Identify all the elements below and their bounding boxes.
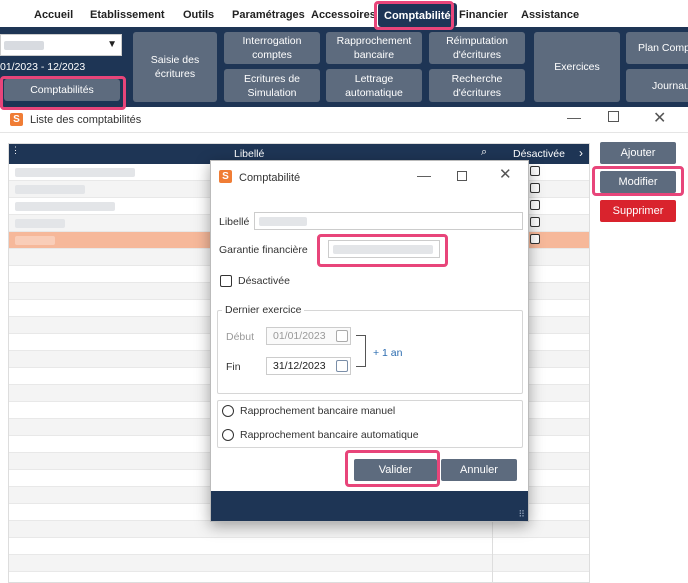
annuler-button[interactable]: Annuler bbox=[441, 459, 517, 481]
libelle-label: Libellé bbox=[219, 216, 250, 228]
modifier-button[interactable]: Modifier bbox=[600, 171, 676, 193]
rapprochement-auto-radio[interactable] bbox=[222, 429, 234, 441]
row-desactivee-checkbox[interactable] bbox=[530, 200, 540, 210]
row-label-redacted bbox=[15, 185, 85, 194]
close-icon[interactable]: ✕ bbox=[499, 165, 512, 183]
table-row bbox=[9, 538, 589, 555]
row-label-redacted bbox=[15, 202, 115, 211]
dernier-exercice-legend: Dernier exercice bbox=[222, 304, 305, 316]
libelle-value-redacted bbox=[259, 217, 307, 226]
libelle-field[interactable] bbox=[254, 212, 523, 230]
chevron-right-icon[interactable]: › bbox=[579, 146, 583, 160]
period-label: 01/2023 - 12/2023 bbox=[0, 61, 86, 73]
table-row bbox=[9, 555, 589, 572]
debut-date-field: 01/01/2023 bbox=[266, 327, 351, 345]
ribbon-toolbar: ▼ 01/2023 - 12/2023 Comptabilités Saisie… bbox=[0, 27, 688, 107]
exercices-button[interactable]: Exercices bbox=[534, 32, 620, 102]
app-logo-icon: S bbox=[219, 170, 232, 183]
saisie-ecritures-button[interactable]: Saisie des écritures bbox=[133, 32, 217, 102]
ecritures-simulation-button[interactable]: Ecritures de Simulation bbox=[224, 69, 320, 102]
garantie-financiere-field[interactable] bbox=[328, 240, 440, 258]
fin-date-value: 31/12/2023 bbox=[273, 360, 326, 372]
menu-etablissement[interactable]: Etablissement bbox=[90, 9, 165, 21]
window-title: Liste des comptabilités bbox=[30, 114, 142, 126]
menu-comptabilite[interactable]: Comptabilité bbox=[378, 3, 457, 27]
comptabilite-dialog: S Comptabilité — ✕ Libellé Garantie fina… bbox=[210, 160, 529, 522]
valider-button[interactable]: Valider bbox=[354, 459, 437, 481]
rapprochement-manuel-radio[interactable] bbox=[222, 405, 234, 417]
debut-label: Début bbox=[226, 331, 255, 343]
menu-accueil[interactable]: Accueil bbox=[34, 9, 73, 21]
main-menu-bar: Accueil Etablissement Outils Paramétrage… bbox=[0, 0, 688, 30]
close-icon[interactable]: ✕ bbox=[653, 108, 666, 128]
row-desactivee-checkbox[interactable] bbox=[530, 234, 540, 244]
rapprochement-bancaire-button[interactable]: Rapprochement bancaire bbox=[326, 32, 422, 64]
column-menu-icon[interactable]: ⋮ bbox=[11, 145, 20, 156]
desactivee-checkbox[interactable] bbox=[220, 275, 232, 287]
garantie-value-redacted bbox=[333, 245, 433, 254]
row-desactivee-checkbox[interactable] bbox=[530, 166, 540, 176]
menu-parametrages[interactable]: Paramétrages bbox=[232, 9, 305, 21]
supprimer-button[interactable]: Supprimer bbox=[600, 200, 676, 222]
ajouter-button[interactable]: Ajouter bbox=[600, 142, 676, 164]
row-label-redacted bbox=[15, 219, 65, 228]
lettrage-automatique-button[interactable]: Lettrage automatique bbox=[326, 69, 422, 102]
fin-date-field[interactable]: 31/12/2023 bbox=[266, 357, 351, 375]
rapprochement-manuel-label: Rapprochement bancaire manuel bbox=[240, 405, 396, 417]
comptabilites-button[interactable]: Comptabilités bbox=[4, 79, 120, 101]
desactivee-label: Désactivée bbox=[238, 275, 290, 287]
reimputation-ecritures-button[interactable]: Réimputation d'écritures bbox=[429, 32, 525, 64]
minimize-icon[interactable]: — bbox=[567, 109, 581, 125]
minimize-icon[interactable]: — bbox=[417, 167, 431, 183]
plan-comptable-button[interactable]: Plan Compt bbox=[626, 32, 688, 64]
table-row bbox=[9, 521, 589, 538]
recherche-ecritures-button[interactable]: Recherche d'écritures bbox=[429, 69, 525, 102]
dernier-exercice-group bbox=[217, 310, 523, 394]
menu-accessoires[interactable]: Accessoires bbox=[311, 9, 376, 21]
search-icon[interactable]: ⌕ bbox=[481, 146, 487, 159]
column-header-desactivee[interactable]: Désactivée bbox=[513, 148, 565, 160]
resize-grip-icon[interactable]: ⠿ bbox=[518, 509, 525, 520]
debut-date-value: 01/01/2023 bbox=[273, 330, 326, 342]
interrogation-comptes-button[interactable]: Interrogation comptes bbox=[224, 32, 320, 64]
row-desactivee-checkbox[interactable] bbox=[530, 217, 540, 227]
row-label-redacted bbox=[15, 168, 135, 177]
menu-assistance[interactable]: Assistance bbox=[521, 9, 579, 21]
dialog-title: Comptabilité bbox=[239, 172, 301, 184]
window-titlebar: S Liste des comptabilités — ✕ bbox=[0, 107, 688, 133]
row-label-redacted bbox=[15, 236, 55, 245]
plus-un-an-link[interactable]: + 1 an bbox=[373, 347, 403, 359]
calendar-icon bbox=[336, 330, 348, 342]
garantie-financiere-label: Garantie financière bbox=[219, 244, 308, 256]
selector-value-redacted bbox=[4, 41, 44, 50]
chevron-down-icon: ▼ bbox=[107, 39, 117, 50]
maximize-icon[interactable] bbox=[608, 111, 619, 122]
app-logo-icon: S bbox=[10, 113, 23, 126]
column-header-libelle[interactable]: Libellé bbox=[234, 148, 264, 160]
row-desactivee-checkbox[interactable] bbox=[530, 183, 540, 193]
menu-outils[interactable]: Outils bbox=[183, 9, 214, 21]
fin-label: Fin bbox=[226, 361, 241, 373]
comptabilite-selector[interactable]: ▼ bbox=[0, 34, 122, 56]
menu-financier[interactable]: Financier bbox=[459, 9, 508, 21]
calendar-icon[interactable] bbox=[336, 360, 348, 372]
bracket-connector bbox=[356, 335, 366, 367]
maximize-icon[interactable] bbox=[457, 171, 467, 181]
journaux-button[interactable]: Journau bbox=[626, 69, 688, 102]
dialog-footer: ⠿ bbox=[211, 491, 528, 521]
rapprochement-auto-label: Rapprochement bancaire automatique bbox=[240, 429, 419, 441]
